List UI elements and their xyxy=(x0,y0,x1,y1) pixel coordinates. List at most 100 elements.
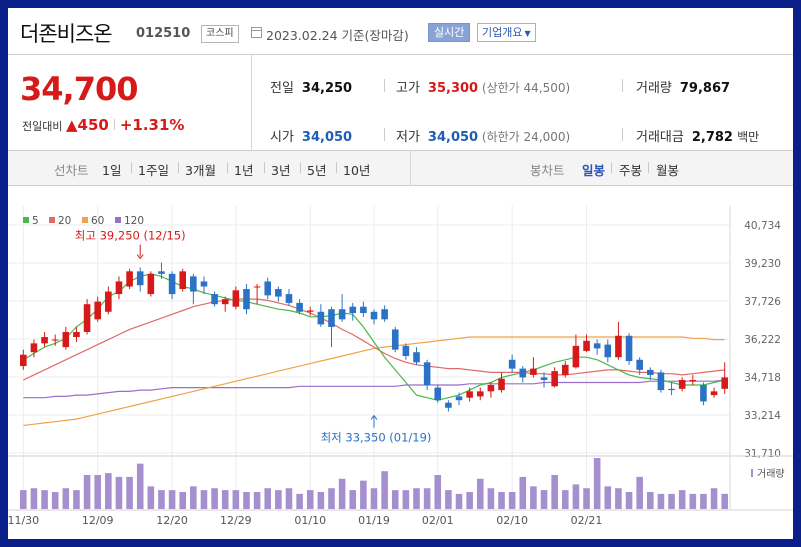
candle-body xyxy=(253,286,261,288)
lower-limit-label: 하한가 xyxy=(486,130,520,144)
legend-swatch xyxy=(82,217,88,223)
chevron-down-icon: ▼ xyxy=(524,29,531,38)
upper-limit-label: 상한가 xyxy=(486,81,520,95)
volume-bar xyxy=(328,488,335,509)
volume-value: 79,867 xyxy=(679,81,731,96)
candle-body xyxy=(285,294,293,303)
x-tick-label: 12/09 xyxy=(82,514,114,527)
realtime-button[interactable]: 실시간 xyxy=(428,23,471,42)
candle-body xyxy=(360,306,367,314)
candle-body xyxy=(657,372,665,391)
candle-body xyxy=(158,271,165,274)
volume-bar xyxy=(647,492,654,509)
volume-bar xyxy=(306,490,314,509)
candle-body xyxy=(296,302,303,312)
volume-bar xyxy=(73,490,80,509)
volume-bar xyxy=(498,492,505,509)
chart-svg: 40,734 39,230 37,726 36,222 34,718 33,214 31,7… xyxy=(8,206,793,527)
divider xyxy=(622,79,623,92)
high-annotation: 최고 39,250 (12/15) xyxy=(75,228,186,242)
period-1d[interactable]: 1일 xyxy=(102,160,121,179)
legend-label: 5 xyxy=(32,215,39,227)
volume-bar xyxy=(62,488,70,509)
period-3m[interactable]: 3개월 xyxy=(185,160,216,179)
volume-bar xyxy=(700,493,707,509)
volume-bar xyxy=(264,488,272,509)
company-overview-button[interactable]: 기업개요 ▼ xyxy=(477,23,536,42)
open-value: 34,050 xyxy=(301,130,353,145)
market-badge: 코스피 xyxy=(201,25,239,43)
candle-body xyxy=(179,271,187,290)
volume-bar xyxy=(530,486,537,509)
divider xyxy=(648,162,649,173)
volume-bar xyxy=(423,488,431,509)
period-1y[interactable]: 1년 xyxy=(234,160,253,179)
candle-body xyxy=(20,354,27,367)
candle-monthly[interactable]: 월봉 xyxy=(656,160,679,179)
candle-chart-label: 봉차트 xyxy=(530,163,565,178)
volume-bar xyxy=(51,492,59,509)
candle-body xyxy=(51,339,59,341)
volume-bar xyxy=(83,475,91,509)
candle-body xyxy=(328,309,335,327)
x-tick-label: 12/29 xyxy=(220,514,252,527)
volume-bar xyxy=(126,476,133,509)
line-chart-label: 선차트 xyxy=(54,163,89,178)
y-tick-label: 36,222 xyxy=(744,334,781,346)
candle-body xyxy=(306,310,314,312)
x-tick-label: 11/30 xyxy=(8,514,39,527)
candle-body xyxy=(264,281,272,296)
candle-body xyxy=(73,331,80,338)
candle-body xyxy=(190,276,197,292)
candle-weekly[interactable]: 주봉 xyxy=(619,160,642,179)
volume-bar xyxy=(158,490,165,509)
low-value: 34,050 xyxy=(427,130,479,145)
volume-bar xyxy=(593,458,601,509)
candle-body xyxy=(317,311,325,325)
volume-bar xyxy=(41,490,48,509)
period-5y[interactable]: 5년 xyxy=(307,160,326,179)
volume-bar xyxy=(519,476,527,509)
date-text: 2023.02.24 기준(장마감) xyxy=(266,28,409,43)
period-3y[interactable]: 3년 xyxy=(271,160,290,179)
volume-bar xyxy=(657,493,665,509)
candle-body xyxy=(136,271,144,286)
change-percent: +1.31% xyxy=(119,116,185,134)
candle-body xyxy=(423,362,431,386)
volume-bar xyxy=(200,490,208,509)
volume-label: 거래량 xyxy=(636,81,672,96)
volume-bar xyxy=(572,484,580,509)
volume-bar xyxy=(455,493,463,509)
candle-daily[interactable]: 일봉 xyxy=(582,160,605,179)
period-selector: 선차트 1일 1주일 3개월 1년 3년 5년 10년 봉차트 일봉 주봉 월봉 xyxy=(8,151,793,186)
volume-bar xyxy=(349,490,357,509)
y-tick-label: 31,710 xyxy=(744,448,781,460)
volume-bar xyxy=(508,492,516,509)
candle-body xyxy=(530,368,537,375)
period-10y[interactable]: 10년 xyxy=(343,160,370,179)
candle-body xyxy=(583,340,590,351)
divider xyxy=(611,162,612,173)
candle-body xyxy=(349,306,357,314)
candle-body xyxy=(126,271,133,287)
volume-bar xyxy=(604,486,612,509)
amount-value: 2,782 xyxy=(691,130,733,145)
volume-bar xyxy=(689,493,697,509)
volume: 거래량 79,867 xyxy=(636,77,730,96)
candle-body xyxy=(604,344,612,358)
candle-body xyxy=(593,343,601,349)
candle-body xyxy=(689,379,697,382)
candle-body xyxy=(338,309,346,320)
volume-bar xyxy=(487,488,495,509)
volume-bar xyxy=(445,490,452,509)
period-1w[interactable]: 1주일 xyxy=(138,160,169,179)
candle-body xyxy=(275,289,282,297)
candle-body xyxy=(647,369,654,375)
volume-bar xyxy=(179,492,187,509)
volume-bar xyxy=(381,471,388,509)
y-tick-label: 39,230 xyxy=(744,258,781,270)
volume-bar xyxy=(338,478,346,509)
volume-bar xyxy=(168,490,176,509)
price-chart: 40,734 39,230 37,726 36,222 34,718 33,214 31,7… xyxy=(8,186,793,539)
volume-bar xyxy=(678,490,686,509)
